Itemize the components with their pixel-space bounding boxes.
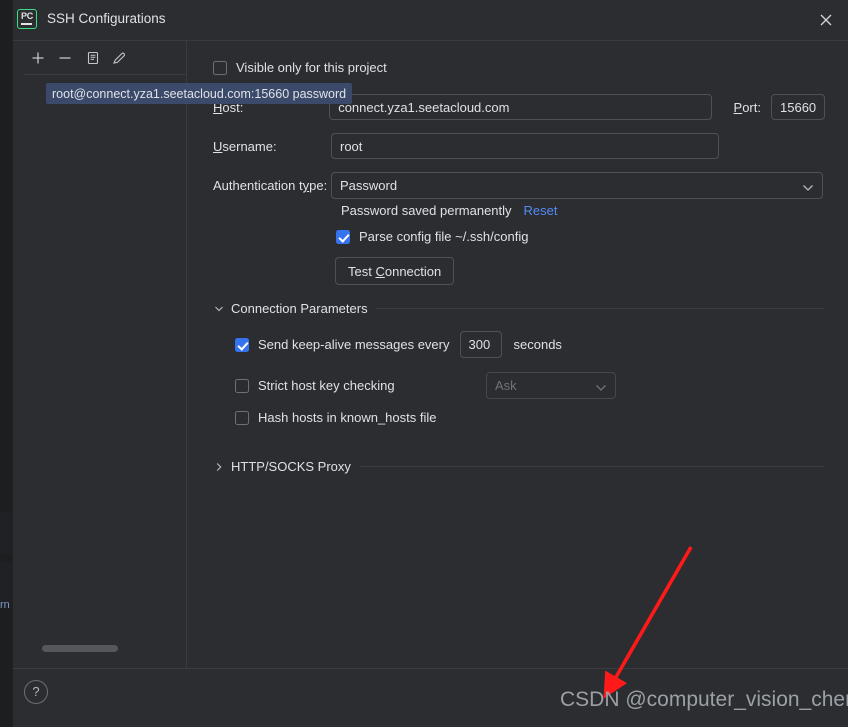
keep-alive-row[interactable]: Send keep-alive messages every seconds (235, 331, 562, 358)
dialog-title: SSH Configurations (47, 11, 166, 26)
minus-icon[interactable] (54, 47, 76, 69)
username-row: Username: (213, 133, 719, 159)
port-label: Port: (733, 99, 761, 115)
strict-host-key-row[interactable]: Strict host key checking Ask (235, 372, 616, 399)
dialog-footer: ? OK Cancel Apply (13, 669, 848, 727)
help-button[interactable]: ? (24, 680, 48, 704)
pycharm-icon-bar (21, 23, 32, 25)
chevron-right-icon (213, 460, 227, 474)
http-socks-proxy-section-header[interactable]: HTTP/SOCKS Proxy (213, 459, 825, 474)
parse-config-checkbox[interactable] (336, 229, 350, 244)
http-socks-proxy-title: HTTP/SOCKS Proxy (231, 459, 351, 474)
visible-only-label: Visible only for this project (236, 60, 387, 75)
connection-parameters-section-header[interactable]: Connection Parameters (213, 301, 825, 316)
strict-host-key-select: Ask (486, 372, 616, 399)
password-status-label: Password saved permanently (341, 203, 512, 218)
ide-background-strip: rn (0, 0, 12, 727)
ssh-configurations-screen: rn PC SSH Configurations root@connect.yz… (0, 0, 848, 727)
ssh-configurations-dialog: PC SSH Configurations root@connect.yza1.… (12, 0, 848, 727)
username-input[interactable] (331, 133, 719, 159)
plus-icon[interactable] (27, 47, 49, 69)
configurations-list-panel (13, 41, 186, 668)
hash-hosts-row[interactable]: Hash hosts in known_hosts file (235, 410, 436, 425)
configurations-list[interactable] (13, 75, 186, 668)
visible-only-row[interactable]: Visible only for this project (213, 60, 387, 75)
chevron-down-icon (213, 302, 227, 316)
password-status-row: Password saved permanently Reset (341, 203, 558, 218)
auth-type-value: Password (340, 178, 398, 193)
hash-hosts-checkbox[interactable] (235, 410, 249, 425)
chevron-down-icon (595, 381, 607, 396)
host-input[interactable] (329, 94, 712, 120)
section-divider (375, 308, 825, 309)
list-toolbar (13, 41, 186, 74)
keep-alive-label: Send keep-alive messages every (258, 337, 450, 352)
close-icon[interactable] (811, 6, 841, 34)
section-divider (358, 466, 825, 467)
port-input[interactable] (771, 94, 825, 120)
list-item[interactable]: root@connect.yza1.seetacloud.com:15660 p… (46, 83, 353, 104)
pencil-icon[interactable] (108, 47, 130, 69)
auth-type-select[interactable]: Password (331, 172, 823, 199)
test-connection-button[interactable]: Test Connection (335, 257, 455, 285)
pycharm-icon: PC (17, 9, 37, 29)
auth-type-row: Authentication type: Password (213, 172, 823, 199)
chevron-down-icon (802, 181, 814, 196)
connection-parameters-title: Connection Parameters (231, 301, 368, 316)
help-label: ? (32, 684, 40, 699)
strict-host-key-checkbox[interactable] (235, 378, 249, 393)
username-label: Username: (213, 138, 277, 154)
dialog-titlebar: PC SSH Configurations (13, 0, 848, 40)
reset-link[interactable]: Reset (524, 203, 558, 218)
horizontal-scrollbar[interactable] (42, 645, 118, 652)
pycharm-icon-text: PC (21, 11, 33, 21)
parse-config-label: Parse config file ~/.ssh/config (359, 229, 529, 244)
strict-host-key-value: Ask (495, 378, 517, 393)
ide-background-band (0, 512, 12, 554)
auth-type-label: Authentication type: (213, 178, 328, 193)
keep-alive-interval-input[interactable] (459, 331, 502, 358)
hash-hosts-label: Hash hosts in known_hosts file (258, 410, 437, 425)
strict-host-key-label: Strict host key checking (258, 378, 395, 393)
configuration-form: Visible only for this project Host: Port… (187, 41, 848, 668)
keep-alive-checkbox[interactable] (235, 337, 249, 352)
keep-alive-unit-label: seconds (513, 337, 562, 352)
parse-config-row[interactable]: Parse config file ~/.ssh/config (336, 229, 528, 244)
copy-icon[interactable] (82, 47, 104, 69)
visible-only-checkbox[interactable] (213, 60, 227, 75)
ide-background-text: rn (0, 599, 10, 611)
